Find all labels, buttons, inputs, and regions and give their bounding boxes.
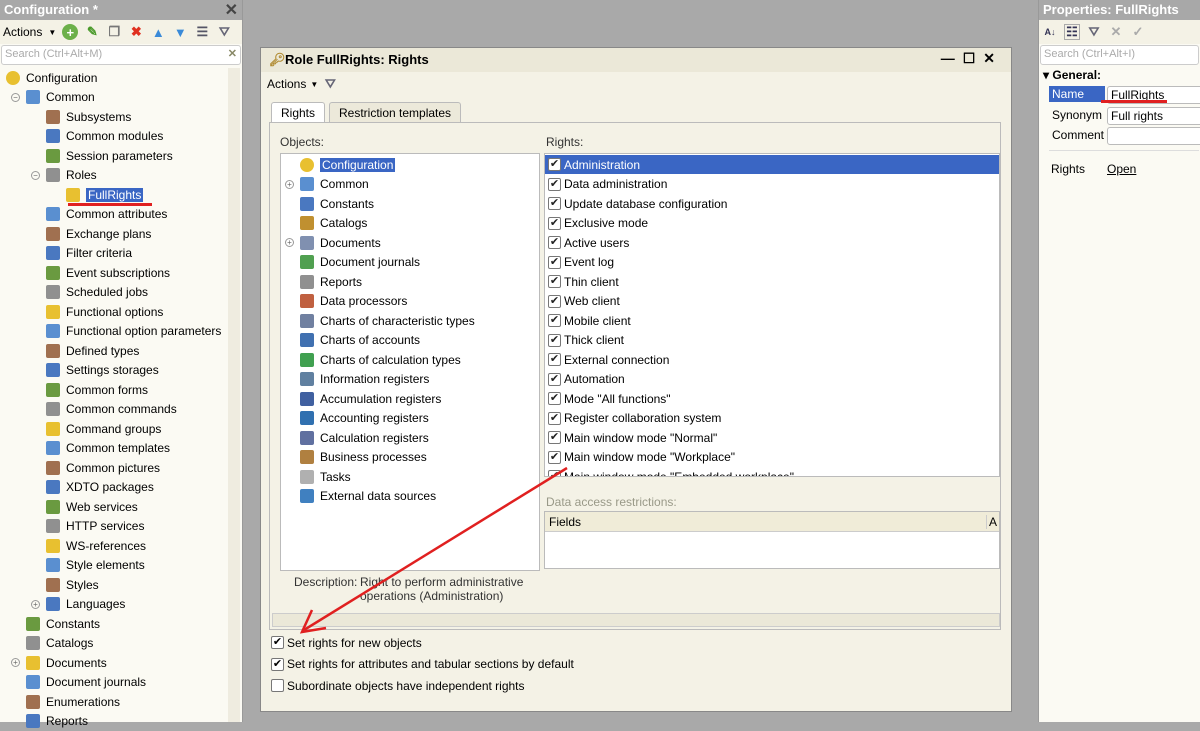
annotation-arrow <box>299 466 568 634</box>
